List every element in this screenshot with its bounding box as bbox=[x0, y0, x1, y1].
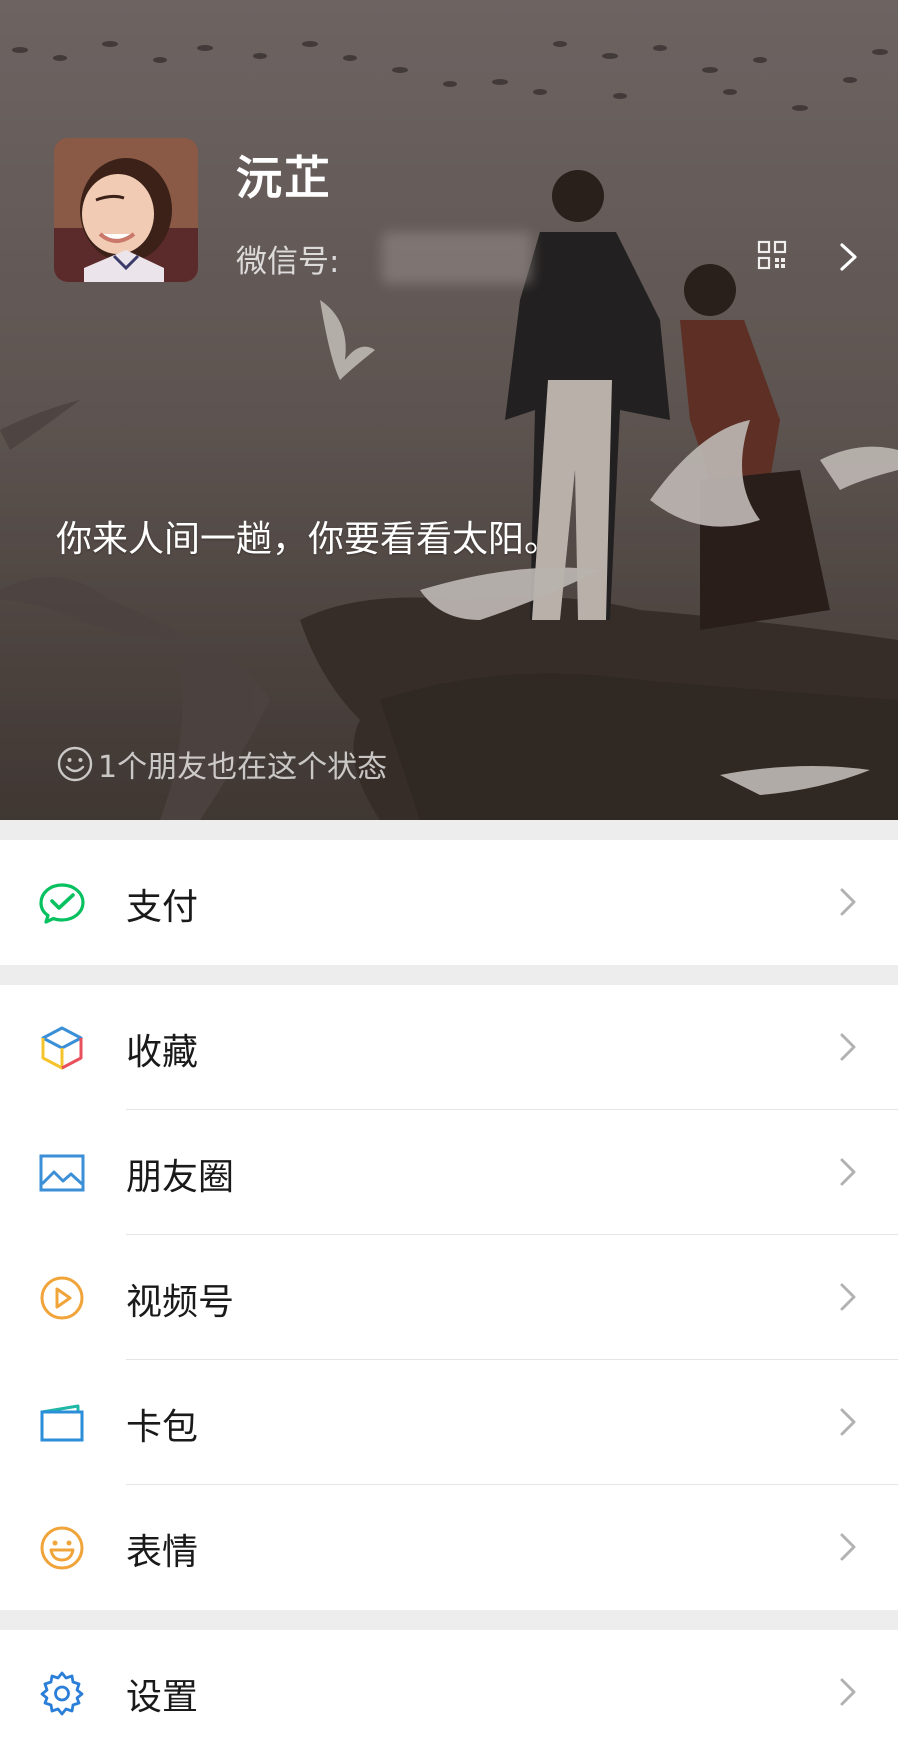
menu-label-pay: 支付 bbox=[126, 887, 199, 928]
menu-label-stickers: 表情 bbox=[126, 1532, 199, 1573]
menu-label-moments: 朋友圈 bbox=[126, 1157, 235, 1198]
chevron-right-icon bbox=[840, 888, 856, 916]
play-circle-icon bbox=[40, 1276, 84, 1320]
chevron-right-icon bbox=[840, 1283, 856, 1311]
menu-item-settings[interactable]: 设置 bbox=[0, 1630, 898, 1755]
wechat-id-label: 微信号: bbox=[236, 244, 340, 280]
pay-section: 支付 bbox=[0, 840, 898, 965]
menu-label-favorites: 收藏 bbox=[126, 1032, 199, 1073]
menu-item-pay[interactable]: 支付 bbox=[0, 840, 898, 965]
chevron-right-icon bbox=[840, 1033, 856, 1061]
wechat-id-value-blurred bbox=[382, 232, 532, 284]
card-icon bbox=[40, 1404, 84, 1442]
avatar-photo bbox=[54, 138, 198, 282]
gear-icon bbox=[40, 1671, 84, 1716]
picture-icon bbox=[39, 1154, 85, 1192]
menu-item-card-wallet[interactable]: 卡包 bbox=[0, 1360, 898, 1485]
menu-label-channels: 视频号 bbox=[126, 1282, 235, 1323]
profile-name: 沅芷 bbox=[236, 151, 332, 205]
status-text[interactable]: 你来人间一趟，你要看看太阳。 bbox=[56, 510, 560, 562]
chevron-right-icon bbox=[840, 1408, 856, 1436]
chevron-right-icon bbox=[840, 1678, 856, 1706]
services-section: 收藏 朋友圈 视频号 卡包 表情 bbox=[0, 985, 898, 1610]
header-background-photo bbox=[0, 0, 898, 820]
emoji-icon bbox=[40, 1526, 84, 1570]
menu-item-channels[interactable]: 视频号 bbox=[0, 1235, 898, 1360]
menu-label-card-wallet: 卡包 bbox=[126, 1407, 199, 1448]
chevron-right-icon bbox=[840, 1158, 856, 1186]
menu-label-settings: 设置 bbox=[126, 1677, 199, 1718]
smile-icon bbox=[57, 746, 93, 782]
menu-item-moments[interactable]: 朋友圈 bbox=[0, 1110, 898, 1235]
avatar[interactable] bbox=[54, 138, 198, 282]
cube-icon bbox=[41, 1026, 83, 1070]
profile-header[interactable]: 沅芷 微信号: 你来人间一趟，你要看看太阳。 1个朋友也在这个状态 bbox=[0, 0, 898, 820]
friends-status-text: 1个朋友也在这个状态 bbox=[98, 750, 388, 785]
qr-code-icon[interactable] bbox=[757, 240, 787, 270]
settings-section: 设置 bbox=[0, 1630, 898, 1756]
menu-item-stickers[interactable]: 表情 bbox=[0, 1485, 898, 1610]
chevron-right-icon[interactable] bbox=[838, 242, 860, 272]
friends-status-row[interactable]: 1个朋友也在这个状态 bbox=[56, 742, 387, 786]
chevron-right-icon bbox=[840, 1533, 856, 1561]
wechat-pay-icon bbox=[39, 883, 85, 924]
menu-item-favorites[interactable]: 收藏 bbox=[0, 985, 898, 1110]
